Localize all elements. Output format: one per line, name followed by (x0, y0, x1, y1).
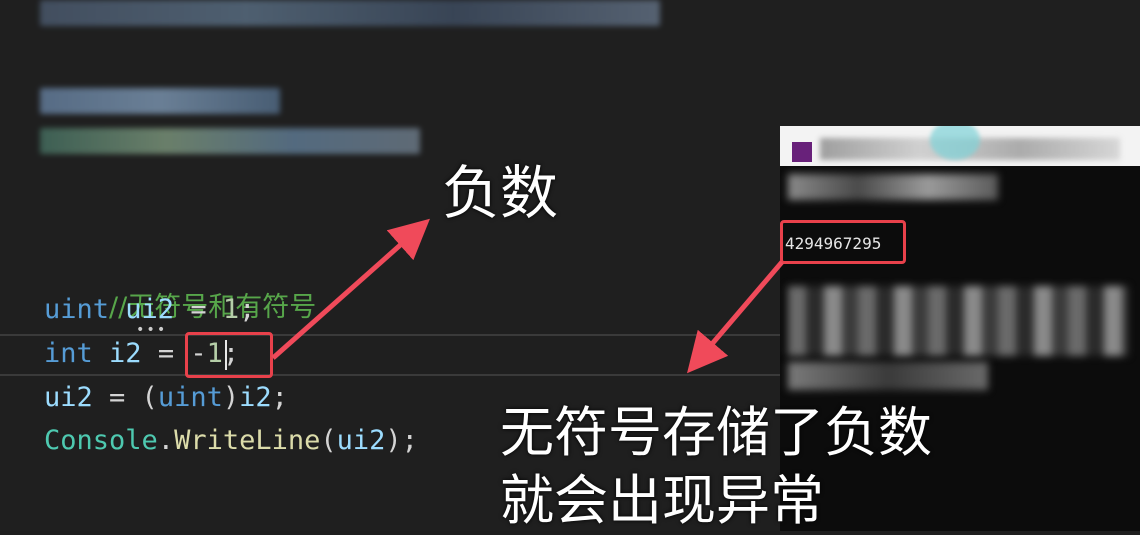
blurred-console-text (788, 286, 1128, 356)
method-name: WriteLine (174, 425, 321, 456)
operator: = ( (92, 382, 158, 413)
variable: i2 (109, 338, 142, 369)
blurred-code-line (40, 88, 280, 114)
semicolon: ; (271, 382, 288, 413)
console-window[interactable]: 4294967295 (780, 126, 1140, 531)
negative-label: 负数 (442, 159, 559, 227)
negative-value-highlight (185, 332, 273, 378)
number: 1 (222, 294, 240, 325)
console-title-bar[interactable] (780, 126, 1140, 166)
keyword: int (44, 338, 93, 369)
output-highlight (780, 220, 906, 264)
variable: ui2 (125, 294, 175, 325)
keyword: uint (44, 294, 110, 325)
paren: ); (385, 425, 418, 456)
operator: = (141, 338, 191, 369)
variable: i2 (239, 382, 272, 413)
code-line-4[interactable]: Console.WriteLine(ui2); (44, 421, 418, 461)
dot: . (157, 425, 175, 456)
operator: = (174, 294, 223, 325)
variable: ui2 (336, 425, 386, 456)
variable: ui2 (44, 382, 93, 413)
blurred-code-line (40, 0, 660, 26)
blurred-code-line (40, 128, 420, 154)
semicolon: ; (239, 294, 256, 325)
class-name: Console (44, 425, 158, 456)
visual-studio-icon (792, 142, 812, 162)
blurred-console-text (788, 362, 988, 390)
paren: ) (222, 382, 240, 413)
explanation-line-2: 就会出现异常 (500, 469, 824, 532)
blurred-console-text (788, 174, 998, 200)
paren: ( (320, 425, 337, 456)
code-line-3[interactable]: ui2 = (uint)i2; (44, 378, 288, 418)
keyword: uint (157, 382, 223, 413)
